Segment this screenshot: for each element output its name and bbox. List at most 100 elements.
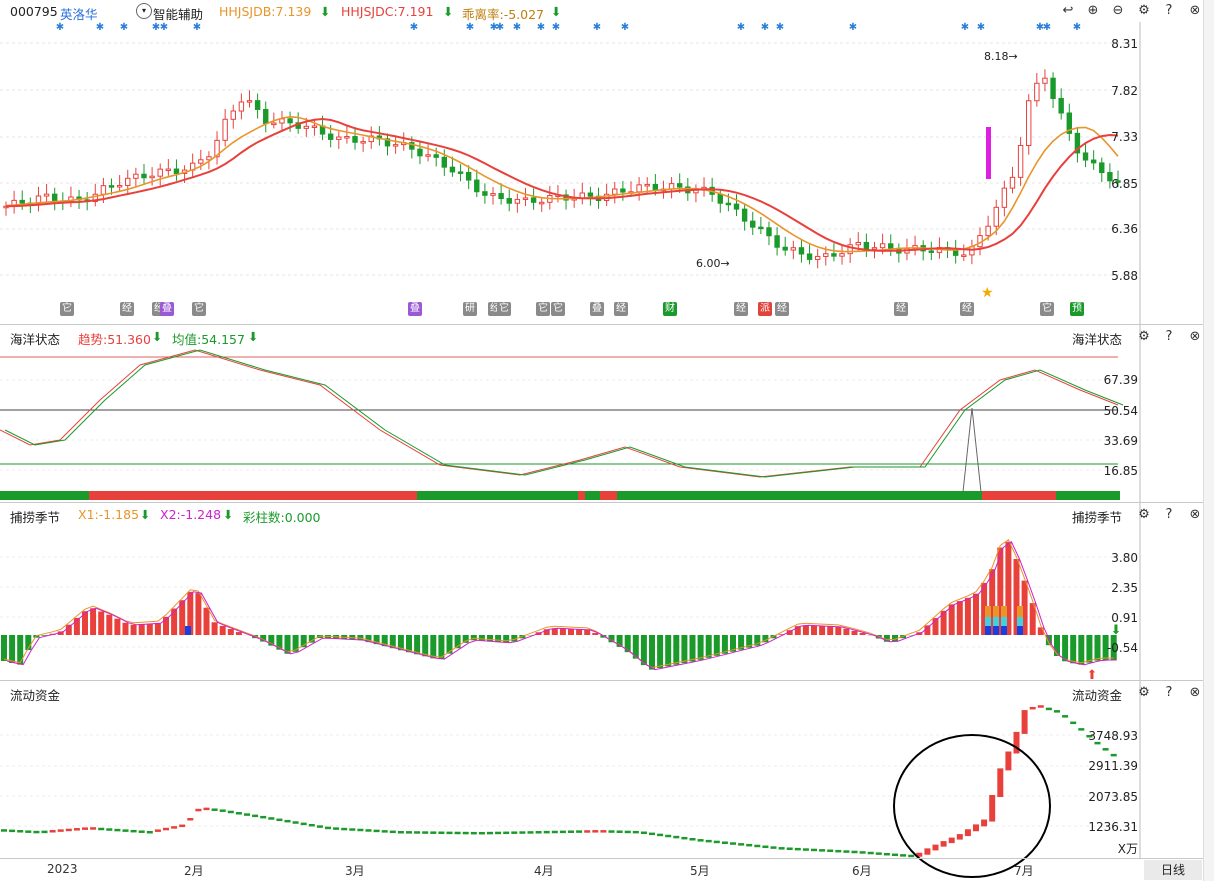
panel3-x1: X1:-1.185 [78, 507, 140, 522]
fund-bar [235, 812, 242, 815]
fund-bar [57, 829, 64, 832]
fund-bar [713, 840, 720, 844]
avg-line [4, 349, 1124, 478]
event-tag[interactable]: 经 [614, 302, 628, 316]
fund-bar [802, 848, 809, 851]
histogram-bar [705, 635, 712, 658]
candle-body [433, 154, 439, 158]
candle-body [969, 246, 975, 256]
fund-bar [851, 850, 858, 854]
candle-body [758, 226, 764, 230]
candle-body [733, 203, 740, 210]
panel-divider [0, 324, 1214, 325]
event-tag[interactable]: 经 [775, 302, 789, 316]
fund-bar [827, 849, 834, 853]
fund-bar [997, 768, 1004, 797]
event-tag[interactable]: 叠 [160, 302, 174, 316]
event-tag[interactable]: 叠 [590, 302, 604, 316]
event-tag[interactable]: 经 [894, 302, 908, 316]
price-tick: 7.82 [1111, 84, 1138, 98]
fund-bar [430, 831, 437, 834]
fund-bar [892, 853, 898, 857]
panel3-cai: 彩柱数:0.000 [243, 510, 321, 525]
event-tag[interactable]: 它 [1040, 302, 1054, 316]
histogram-bar [851, 630, 858, 635]
event-tag[interactable]: 经 [120, 302, 134, 316]
candle-body [465, 171, 472, 181]
histogram-bar [964, 597, 971, 635]
help-icon[interactable]: ? [1161, 329, 1177, 345]
chart-canvas[interactable]: ✱ ✱ ✱ ✱ ✱ ✱ ✱ ✱ ✱✱ ✱ ✱ ✱ ✱ ✱ ✱ ✱ ✱ ✱ ✱ ✱ ✱✱ ✱⬆⬇ [0, 0, 1214, 881]
help-icon[interactable]: ? [1161, 685, 1177, 701]
fund-bar [738, 843, 745, 846]
candle-body [620, 188, 626, 193]
candle-body [133, 173, 139, 179]
close-icon[interactable]: ⊗ [1187, 507, 1203, 523]
histogram-bar [843, 628, 850, 635]
candle-body [425, 154, 431, 157]
histogram-bar [993, 606, 999, 617]
histogram-bar [122, 622, 129, 635]
event-tag[interactable]: 经 [734, 302, 748, 316]
histogram-bar [82, 611, 88, 635]
month-label: 2023 [47, 862, 78, 876]
event-tag[interactable]: 叠 [408, 302, 422, 316]
fund-bar [511, 831, 518, 834]
close-icon[interactable]: ⊗ [1187, 329, 1203, 345]
panel3-tick: -0.54 [1106, 641, 1138, 655]
fund-bar [875, 852, 882, 855]
event-tag[interactable]: 财 [663, 302, 677, 316]
panel4-title[interactable]: 流动资金 [10, 685, 60, 704]
gear-icon[interactable]: ⚙ [1136, 507, 1152, 523]
candle-body [1034, 82, 1040, 102]
histogram-bar [478, 635, 485, 641]
histogram-bar [90, 608, 97, 635]
candle-body [19, 199, 25, 204]
event-tag[interactable]: 它 [497, 302, 511, 316]
gear-icon[interactable]: ⚙ [1136, 685, 1152, 701]
fund-bar [632, 830, 639, 834]
event-tag[interactable]: 它 [551, 302, 565, 316]
panel2-title[interactable]: 海洋状态 [10, 329, 60, 348]
event-tag[interactable]: 派 [758, 302, 772, 316]
histogram-bar [1, 635, 7, 661]
status-bar-segment [617, 491, 982, 500]
close-icon[interactable]: ⊗ [1187, 685, 1203, 701]
fund-bar [25, 830, 32, 833]
signal-star-icon: ✱ [120, 22, 128, 33]
histogram-bar [195, 593, 202, 635]
candle-body [774, 235, 780, 248]
panel-divider [0, 502, 1214, 503]
candle-body [636, 184, 642, 193]
fund-bar [616, 830, 623, 833]
fund-bar [673, 835, 680, 839]
event-tag[interactable]: 预 [1070, 302, 1084, 316]
fund-bar [82, 827, 88, 830]
fund-bar [1110, 753, 1117, 757]
month-label: 5月 [690, 864, 710, 878]
histogram-bar [956, 601, 963, 635]
event-tag[interactable]: 经 [960, 302, 974, 316]
signal-star-icon: ✱ [961, 22, 969, 33]
candle-body [198, 159, 204, 164]
histogram-bar [940, 610, 947, 635]
period-selector[interactable]: 日线 [1144, 860, 1202, 880]
histogram-bar [235, 632, 242, 635]
help-icon[interactable]: ? [1161, 507, 1177, 523]
fund-bar [195, 808, 202, 812]
fund-bar [138, 830, 145, 833]
event-tag[interactable]: 它 [60, 302, 74, 316]
event-tag[interactable]: 研 [463, 302, 477, 316]
panel3-title[interactable]: 捕捞季节 [10, 507, 60, 526]
event-tag[interactable]: 它 [192, 302, 206, 316]
gear-icon[interactable]: ⚙ [1136, 329, 1152, 345]
histogram-bar [227, 628, 234, 635]
histogram-bar [689, 635, 696, 662]
histogram-bar [592, 633, 599, 635]
fund-bar [527, 831, 534, 834]
event-tag[interactable]: 它 [536, 302, 550, 316]
candle-body [871, 247, 878, 250]
fund-bar [657, 833, 664, 837]
panel3-tick: 3.80 [1111, 551, 1138, 565]
fund-bar [576, 830, 583, 833]
